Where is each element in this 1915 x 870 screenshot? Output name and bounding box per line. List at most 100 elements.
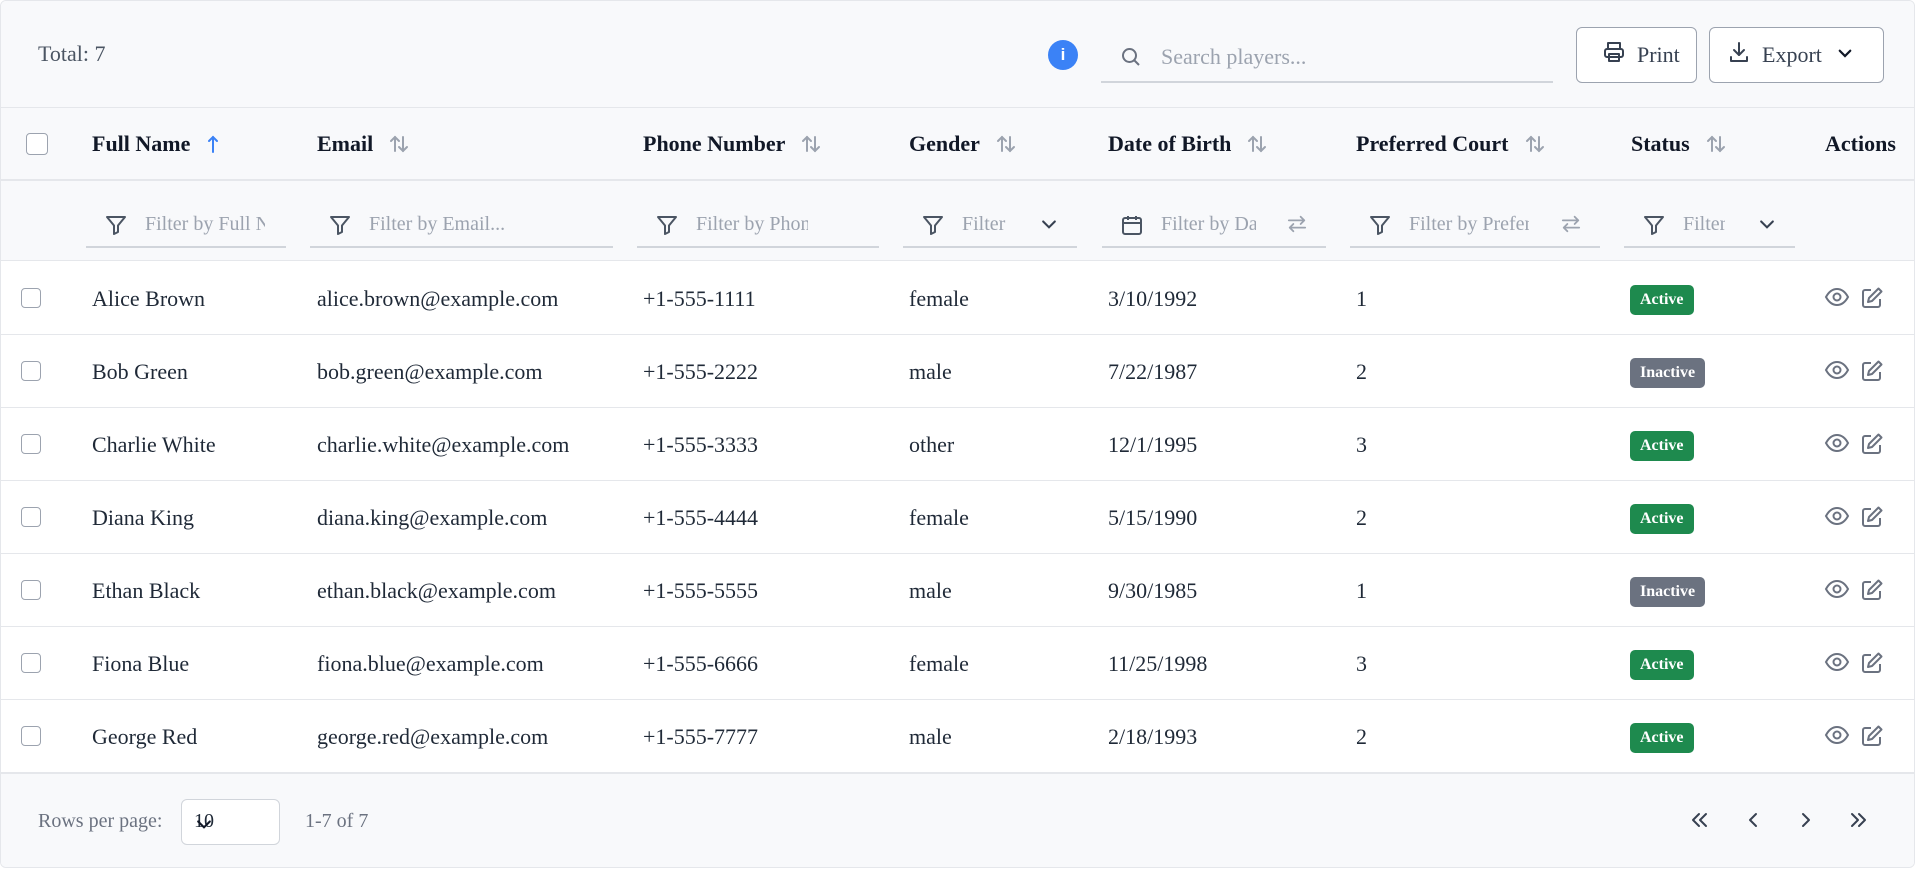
export-button[interactable]: Export	[1709, 27, 1884, 83]
status-badge: Active	[1630, 650, 1694, 680]
eye-icon[interactable]	[1824, 505, 1850, 532]
table-row[interactable]: Bob Green bob.green@example.com +1-555-222…	[1, 335, 1914, 408]
header-label: Status	[1631, 131, 1690, 156]
filter-full-name[interactable]	[86, 200, 286, 248]
edit-icon[interactable]	[1860, 505, 1884, 534]
previous-page-icon[interactable]	[1741, 808, 1765, 837]
chevron-down-icon[interactable]	[1039, 214, 1059, 239]
header-gender[interactable]: Gender	[909, 131, 1017, 157]
table-row[interactable]: Fiona Blue fiona.blue@example.com +1-555-6…	[1, 627, 1914, 700]
header-status[interactable]: Status	[1631, 131, 1727, 157]
filter-phone-input[interactable]	[696, 209, 808, 239]
cell-court: 2	[1356, 505, 1367, 530]
pagination-bar: Rows per page: 10 1-7 of 7	[1, 773, 1914, 867]
sort-icon[interactable]	[800, 133, 822, 155]
row-checkbox[interactable]	[21, 726, 41, 746]
edit-icon[interactable]	[1860, 359, 1884, 388]
header-preferred-court[interactable]: Preferred Court	[1356, 131, 1546, 157]
cell-phone: +1-555-1111	[643, 286, 756, 311]
eye-icon[interactable]	[1824, 578, 1850, 605]
eye-icon[interactable]	[1824, 359, 1850, 386]
print-label: Print	[1637, 42, 1680, 67]
cell-gender: male	[909, 359, 952, 384]
swap-icon[interactable]	[1560, 214, 1582, 239]
sort-icon[interactable]	[995, 133, 1017, 155]
filter-status[interactable]	[1624, 200, 1795, 248]
eye-icon[interactable]	[1824, 432, 1850, 459]
header-full-name[interactable]: Full Name	[92, 131, 221, 157]
filter-email[interactable]	[310, 200, 613, 248]
header-date-of-birth[interactable]: Date of Birth	[1108, 131, 1268, 157]
cell-email: george.red@example.com	[317, 724, 549, 749]
chevron-down-icon[interactable]	[1757, 214, 1777, 239]
header-label: Phone Number	[643, 131, 786, 156]
edit-icon[interactable]	[1860, 651, 1884, 680]
filter-gender-input[interactable]	[962, 209, 1010, 239]
filter-preferred-court[interactable]	[1350, 200, 1600, 248]
table-row[interactable]: Charlie White charlie.white@example.com +1…	[1, 408, 1914, 481]
filter-full-name-input[interactable]	[145, 209, 265, 239]
next-page-icon[interactable]	[1794, 808, 1818, 837]
header-label: Gender	[909, 131, 980, 156]
filter-icon	[1368, 213, 1392, 242]
cell-email: charlie.white@example.com	[317, 432, 570, 457]
header-email[interactable]: Email	[317, 131, 410, 157]
cell-name: George Red	[92, 724, 198, 749]
eye-icon[interactable]	[1824, 286, 1850, 313]
cell-court: 3	[1356, 651, 1367, 676]
filter-email-input[interactable]	[369, 209, 599, 239]
search-input[interactable]	[1161, 39, 1541, 75]
header-label: Preferred Court	[1356, 131, 1509, 156]
search-box[interactable]	[1101, 31, 1553, 83]
sort-icon[interactable]	[388, 133, 410, 155]
table-row[interactable]: George Red george.red@example.com +1-555-7…	[1, 700, 1914, 773]
table-row[interactable]: Diana King diana.king@example.com +1-555-4…	[1, 481, 1914, 554]
filter-phone[interactable]	[637, 200, 879, 248]
edit-icon[interactable]	[1860, 724, 1884, 753]
sort-icon[interactable]	[1246, 133, 1268, 155]
filter-dob-input[interactable]	[1161, 209, 1256, 239]
row-checkbox[interactable]	[21, 434, 41, 454]
edit-icon[interactable]	[1860, 432, 1884, 461]
header-phone[interactable]: Phone Number	[643, 131, 822, 157]
table-row[interactable]: Alice Brown alice.brown@example.com +1-555…	[1, 262, 1914, 335]
export-label: Export	[1762, 42, 1822, 67]
sort-ascending-icon[interactable]	[205, 133, 221, 155]
sort-icon[interactable]	[1524, 133, 1546, 155]
print-button[interactable]: Print	[1576, 27, 1697, 83]
cell-phone: +1-555-2222	[643, 359, 759, 384]
cell-court: 2	[1356, 359, 1367, 384]
first-page-icon[interactable]	[1687, 808, 1711, 837]
last-page-icon[interactable]	[1847, 808, 1871, 837]
sort-icon[interactable]	[1705, 133, 1727, 155]
header-label: Full Name	[92, 131, 191, 156]
total-count: Total: 7	[38, 41, 106, 66]
row-checkbox[interactable]	[21, 288, 41, 308]
row-checkbox[interactable]	[21, 653, 41, 673]
cell-email: bob.green@example.com	[317, 359, 543, 384]
row-checkbox[interactable]	[21, 361, 41, 381]
rows-per-page-select[interactable]: 10	[181, 799, 280, 845]
cell-email: alice.brown@example.com	[317, 286, 559, 311]
status-badge: Active	[1630, 431, 1694, 461]
status-badge: Inactive	[1630, 577, 1706, 607]
filter-date-of-birth[interactable]	[1102, 200, 1326, 248]
cell-phone: +1-555-7777	[643, 724, 759, 749]
chevron-down-icon	[1836, 42, 1854, 68]
cell-gender: other	[909, 432, 955, 457]
swap-icon[interactable]	[1286, 214, 1308, 239]
select-all-checkbox[interactable]	[26, 133, 48, 155]
info-icon[interactable]: i	[1048, 40, 1078, 70]
filter-status-input[interactable]	[1683, 209, 1725, 239]
edit-icon[interactable]	[1860, 578, 1884, 607]
row-checkbox[interactable]	[21, 507, 41, 527]
filter-court-input[interactable]	[1409, 209, 1529, 239]
cell-email: ethan.black@example.com	[317, 578, 556, 603]
eye-icon[interactable]	[1824, 724, 1850, 751]
table-row[interactable]: Ethan Black ethan.black@example.com +1-555…	[1, 554, 1914, 627]
filter-gender[interactable]	[903, 200, 1077, 248]
edit-icon[interactable]	[1860, 286, 1884, 315]
cell-name: Bob Green	[92, 359, 188, 384]
eye-icon[interactable]	[1824, 651, 1850, 678]
row-checkbox[interactable]	[21, 580, 41, 600]
